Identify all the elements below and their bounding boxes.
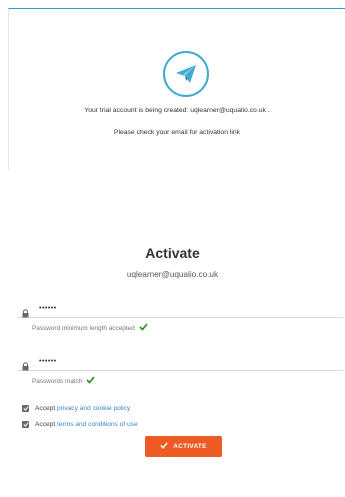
confirm-password-value: •••••• <box>39 358 57 365</box>
terms-consent-row: Accept terms and conditions of use <box>22 421 138 428</box>
checkmark-icon <box>86 376 96 386</box>
terms-checkbox[interactable] <box>22 421 29 428</box>
activate-button-label: ACTIVATE <box>173 443 207 450</box>
notification-card: Your trial account is being created: uql… <box>8 8 345 170</box>
check-email-message: Please check your email for activation l… <box>113 129 241 136</box>
checkmark-icon <box>160 442 169 451</box>
password-value: •••••• <box>39 305 57 312</box>
confirm-password-hint-text: Passwords match <box>32 377 83 385</box>
privacy-checkbox[interactable] <box>22 405 29 412</box>
lock-icon <box>22 358 29 376</box>
privacy-policy-link[interactable]: privacy and cookie policy <box>57 405 130 412</box>
privacy-prefix: Accept <box>35 405 56 412</box>
terms-link[interactable]: terms and conditions of use <box>57 421 138 428</box>
checkmark-icon <box>139 323 148 333</box>
lock-icon <box>22 305 29 323</box>
password-hint: Password minimum length accepted <box>32 323 148 333</box>
paper-plane-icon <box>163 51 209 97</box>
privacy-consent-row: Accept privacy and cookie policy <box>22 405 130 412</box>
trial-message: Your trial account is being created: uql… <box>84 107 270 114</box>
password-field[interactable]: •••••• <box>18 304 343 318</box>
activate-button[interactable]: ACTIVATE <box>145 436 222 457</box>
password-hint-text: Password minimum length accepted <box>32 324 135 332</box>
account-email: uqlearner@uqualio.co.uk <box>126 270 219 279</box>
confirm-password-hint: Passwords match <box>32 376 96 386</box>
terms-prefix: Accept <box>35 421 56 428</box>
confirm-password-field[interactable]: •••••• <box>18 357 343 371</box>
page-title: Activate <box>145 245 200 261</box>
